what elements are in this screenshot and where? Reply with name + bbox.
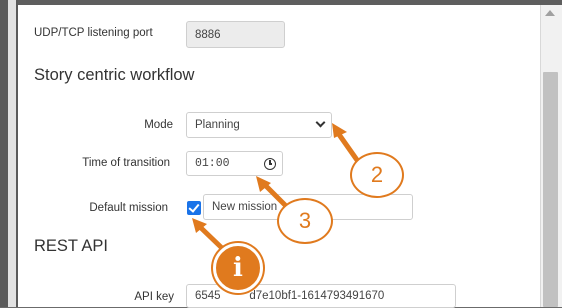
annotation-arrows — [192, 123, 360, 253]
callout-2: 2 — [350, 152, 404, 198]
arrow-to-time-input — [261, 181, 290, 210]
callout-3: 3 — [277, 198, 333, 244]
info-icon: i — [213, 243, 263, 293]
arrow-to-mode-select — [335, 130, 360, 163]
arrow-to-checkbox — [196, 223, 227, 253]
